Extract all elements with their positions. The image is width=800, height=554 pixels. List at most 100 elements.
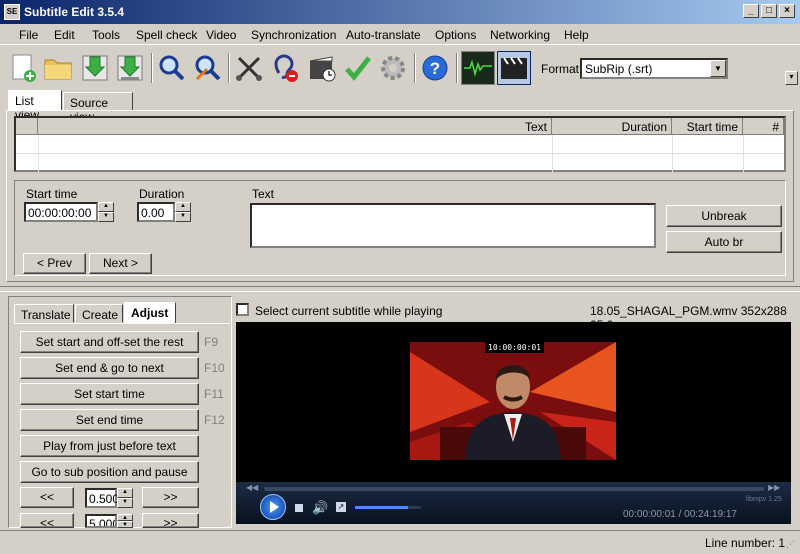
maximize-button[interactable]: □	[761, 4, 777, 18]
menu-video[interactable]: Video	[206, 28, 236, 42]
select-while-playing-label: Select current subtitle while playing	[255, 304, 443, 318]
spin-down-icon[interactable]: ▼	[98, 212, 114, 222]
column-text[interactable]: Text	[38, 118, 552, 135]
menu-synchronization[interactable]: Synchronization	[251, 28, 336, 42]
window-title: Subtitle Edit 3.5.4	[24, 5, 125, 19]
volume-icon[interactable]: 🔊	[312, 500, 328, 516]
help-icon[interactable]: ?	[418, 51, 452, 85]
menu-options[interactable]: Options	[435, 28, 476, 42]
find-icon[interactable]	[155, 51, 189, 85]
subtitle-text-field[interactable]	[250, 203, 656, 248]
splitter[interactable]	[0, 286, 800, 292]
set-start-offset-rest-button[interactable]: Set start and off-set the rest	[20, 331, 199, 353]
chevron-down-icon[interactable]: ▼	[710, 60, 726, 77]
duration-spinner[interactable]: ▲ ▼	[175, 202, 191, 222]
tab-list-view[interactable]: List view	[8, 90, 62, 122]
tab-adjust[interactable]: Adjust	[124, 302, 176, 324]
menu-help[interactable]: Help	[564, 28, 589, 42]
large-step-back-button[interactable]: <<	[20, 513, 74, 528]
toolbar-separator	[414, 53, 416, 83]
tab-source-view[interactable]: Source view	[63, 92, 133, 124]
video-player[interactable]: 10:00:00:01 ◀◀ ▶▶ 🔊 ↗ libmpv 1.25 00:00:…	[236, 322, 791, 524]
seek-forward-icon[interactable]: ▶▶	[768, 483, 780, 492]
start-time-field[interactable]: 00:00:00:00	[24, 202, 98, 222]
minimize-button[interactable]: _	[743, 4, 759, 18]
seek-bar[interactable]	[264, 487, 764, 491]
duration-label: Duration	[139, 187, 185, 201]
tab-create[interactable]: Create	[75, 304, 123, 323]
save-icon[interactable]	[78, 51, 112, 85]
menu-tools[interactable]: Tools	[92, 28, 120, 42]
spin-up-icon[interactable]: ▲	[117, 514, 133, 521]
fix-errors-icon[interactable]	[341, 51, 375, 85]
subtitle-grid[interactable]: Text Duration Start time #	[14, 116, 786, 173]
large-step-forward-button[interactable]: >>	[142, 513, 199, 528]
step-large-field[interactable]: 5.000	[85, 514, 117, 528]
resize-grip-icon[interactable]: ⋰	[786, 539, 795, 550]
go-to-sub-position-button[interactable]: Go to sub position and pause	[20, 461, 199, 483]
menu-auto-translate[interactable]: Auto-translate	[346, 28, 421, 42]
waveform-icon[interactable]	[461, 51, 495, 85]
spin-up-icon[interactable]: ▲	[117, 488, 133, 498]
spin-down-icon[interactable]: ▼	[117, 521, 133, 528]
adjust-durations-icon[interactable]	[305, 51, 339, 85]
settings-gear-icon[interactable]	[376, 51, 410, 85]
step-small-spinner[interactable]: ▲ ▼	[117, 488, 133, 508]
title-bar: SE Subtitle Edit 3.5.4 _ □ ×	[0, 0, 800, 24]
format-dropdown[interactable]: SubRip (.srt) ▼	[580, 58, 728, 79]
shortcut-f11: F11	[204, 387, 224, 401]
column-number[interactable]: #	[743, 118, 784, 135]
stop-icon[interactable]	[295, 504, 303, 512]
spell-check-ear-icon[interactable]	[268, 51, 302, 85]
tab-translate[interactable]: Translate	[14, 304, 74, 323]
duration-field[interactable]: 0.00	[137, 202, 175, 222]
set-start-time-button[interactable]: Set start time	[20, 383, 199, 405]
menu-file[interactable]: File	[19, 28, 38, 42]
video-clapper-icon[interactable]	[497, 51, 531, 85]
status-bar: Line number: 1 ⋰	[0, 530, 800, 554]
start-time-spinner[interactable]: ▲ ▼	[98, 202, 114, 222]
column-start-time[interactable]: Start time	[672, 118, 743, 135]
prev-button[interactable]: < Prev	[23, 253, 86, 274]
menu-networking[interactable]: Networking	[490, 28, 550, 42]
menu-bar: File Edit Tools Spell check Video Synchr…	[0, 24, 800, 44]
step-forward-button[interactable]: >>	[142, 487, 199, 508]
spin-up-icon[interactable]: ▲	[175, 202, 191, 212]
unbreak-button[interactable]: Unbreak	[666, 205, 782, 227]
svg-text:?: ?	[430, 59, 440, 78]
spin-down-icon[interactable]: ▼	[175, 212, 191, 222]
save-as-icon[interactable]	[113, 51, 147, 85]
select-while-playing-checkbox[interactable]	[236, 303, 249, 316]
spin-up-icon[interactable]: ▲	[98, 202, 114, 212]
toolbar: ? Format SubRip (.srt) ▼ ▾	[0, 44, 800, 90]
replace-icon[interactable]	[191, 51, 225, 85]
volume-level	[355, 506, 408, 509]
set-end-go-next-button[interactable]: Set end & go to next	[20, 357, 199, 379]
new-file-icon[interactable]	[6, 51, 40, 85]
volume-slider[interactable]	[355, 506, 421, 509]
set-end-time-button[interactable]: Set end time	[20, 409, 199, 431]
fullscreen-icon[interactable]: ↗	[336, 502, 346, 512]
toolbar-separator	[228, 53, 230, 83]
step-back-button[interactable]: <<	[20, 487, 74, 508]
step-small-field[interactable]: 0.500	[85, 488, 119, 508]
close-button[interactable]: ×	[779, 4, 795, 18]
visual-sync-icon[interactable]	[232, 51, 266, 85]
auto-br-button[interactable]: Auto br	[666, 231, 782, 253]
video-controls: ◀◀ ▶▶ 🔊 ↗ libmpv 1.25 00:00:00:01 / 00:2…	[236, 482, 791, 524]
play-icon[interactable]	[260, 494, 286, 520]
seek-back-icon[interactable]: ◀◀	[246, 483, 258, 492]
grid-column-divider	[743, 135, 744, 173]
menu-edit[interactable]: Edit	[54, 28, 75, 42]
step-large-spinner[interactable]: ▲ ▼	[117, 514, 133, 528]
spin-down-icon[interactable]: ▼	[117, 498, 133, 508]
text-label: Text	[252, 187, 275, 201]
open-folder-icon[interactable]	[41, 51, 75, 85]
play-before-text-button[interactable]: Play from just before text	[20, 435, 199, 457]
column-duration[interactable]: Duration	[552, 118, 672, 135]
toolbar-overflow-icon[interactable]: ▾	[785, 71, 798, 85]
next-button[interactable]: Next >	[89, 253, 152, 274]
menu-spell-check[interactable]: Spell check	[136, 28, 197, 42]
libmpv-label: libmpv 1.25	[746, 496, 782, 503]
shortcut-f10: F10	[204, 361, 225, 375]
